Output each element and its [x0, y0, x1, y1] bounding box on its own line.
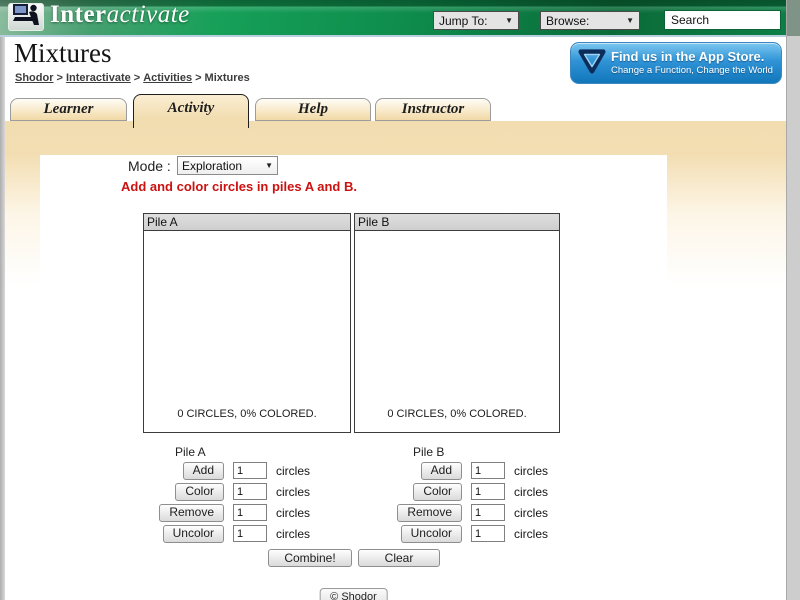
- breadcrumb-current: Mixtures: [204, 72, 250, 84]
- pile-a-remove-count-input[interactable]: [233, 504, 267, 521]
- pile-a-controls: Add circles Color circles Remove circles…: [152, 461, 310, 545]
- tab-instructor[interactable]: Instructor: [375, 98, 491, 121]
- combine-button[interactable]: Combine!: [268, 549, 352, 567]
- pile-a-add-button[interactable]: Add: [182, 461, 224, 480]
- scrollbar-top-cap: [787, 0, 800, 36]
- site-logo[interactable]: [8, 3, 44, 31]
- mode-select-value: Exploration: [182, 158, 243, 173]
- pile-a-uncolor-count-input[interactable]: [233, 525, 267, 542]
- pile-b-remove-row: Remove circles: [390, 503, 548, 522]
- unit-label: circles: [514, 505, 549, 520]
- brand-italic: activate: [106, 1, 190, 28]
- app-store-badge-line1: Find us in the App Store.: [611, 48, 765, 64]
- browse-label: Browse:: [546, 13, 590, 28]
- pile-a-add-count-input[interactable]: [233, 462, 267, 479]
- pile-a-status: 0 CIRCLES, 0% COLORED.: [177, 408, 317, 420]
- tab-instructor-label: Instructor: [401, 101, 465, 117]
- tab-learner[interactable]: Learner: [10, 98, 127, 121]
- pile-a-header: Pile A: [144, 214, 350, 231]
- mode-label: Mode :: [128, 158, 171, 174]
- pile-b-canvas[interactable]: Pile B 0 CIRCLES, 0% COLORED.: [354, 213, 560, 433]
- page-title: Mixtures: [14, 38, 112, 68]
- pile-b-uncolor-count-input[interactable]: [471, 525, 505, 542]
- clear-button[interactable]: Clear: [358, 549, 440, 567]
- tab-activity-label: Activity: [167, 100, 215, 116]
- unit-label: circles: [276, 463, 311, 478]
- dropdown-arrow-icon: ▼: [505, 16, 513, 25]
- pile-a-color-row: Color circles: [152, 482, 310, 501]
- breadcrumb-link-interactivate[interactable]: Interactivate: [66, 72, 131, 84]
- jump-to-label: Jump To:: [439, 13, 488, 28]
- mode-select[interactable]: Exploration ▼: [177, 156, 278, 175]
- dropdown-arrow-icon: ▼: [265, 161, 273, 170]
- computer-person-icon: [12, 3, 40, 31]
- unit-label: circles: [514, 484, 549, 499]
- pile-b-controls-label: Pile B: [413, 445, 445, 459]
- pile-a-remove-row: Remove circles: [152, 503, 310, 522]
- pile-b-uncolor-row: Uncolor circles: [390, 524, 548, 543]
- app-store-badge-line2: Change a Function, Change the World: [611, 65, 773, 77]
- pile-b-add-button[interactable]: Add: [420, 461, 462, 480]
- app-store-badge[interactable]: Find us in the App Store. Change a Funct…: [570, 42, 782, 84]
- pile-a-canvas[interactable]: Pile A 0 CIRCLES, 0% COLORED.: [143, 213, 351, 433]
- left-window-edge: [0, 37, 5, 600]
- app-store-badge-text: Find us in the App Store. Change a Funct…: [611, 49, 773, 77]
- site-header: Interactivate Jump To: ▼ Browse: ▼: [0, 0, 786, 37]
- dropdown-arrow-icon: ▼: [626, 16, 634, 25]
- page: Interactivate Jump To: ▼ Browse: ▼ Mixtu…: [0, 0, 800, 600]
- pile-a-controls-label: Pile A: [175, 445, 206, 459]
- pile-b-add-row: Add circles: [390, 461, 548, 480]
- search-input[interactable]: [664, 10, 781, 30]
- pile-a-uncolor-button[interactable]: Uncolor: [162, 524, 224, 543]
- shodor-footer-button[interactable]: © Shodor: [319, 588, 388, 600]
- title-area: Mixtures Shodor > Interactivate > Activities…: [5, 37, 786, 92]
- scrollbar-track[interactable]: [786, 0, 800, 600]
- unit-label: circles: [514, 463, 549, 478]
- pile-b-controls: Add circles Color circles Remove circles…: [390, 461, 548, 545]
- instruction-text: Add and color circles in piles A and B.: [121, 179, 357, 194]
- pile-a-remove-button[interactable]: Remove: [159, 503, 224, 522]
- pile-b-uncolor-button[interactable]: Uncolor: [400, 524, 462, 543]
- pile-b-add-count-input[interactable]: [471, 462, 505, 479]
- unit-label: circles: [514, 526, 549, 541]
- pile-a-add-row: Add circles: [152, 461, 310, 480]
- unit-label: circles: [276, 505, 311, 520]
- breadcrumb: Shodor > Interactivate > Activities > Mixtures: [15, 72, 250, 84]
- brand-wordmark[interactable]: Interactivate: [50, 1, 190, 29]
- breadcrumb-separator: >: [56, 72, 63, 84]
- tab-help[interactable]: Help: [255, 98, 371, 121]
- jump-to-dropdown[interactable]: Jump To: ▼: [433, 11, 519, 30]
- pile-b-status: 0 CIRCLES, 0% COLORED.: [387, 408, 527, 420]
- browse-dropdown[interactable]: Browse: ▼: [540, 11, 640, 30]
- tab-help-label: Help: [298, 101, 328, 117]
- pile-b-color-count-input[interactable]: [471, 483, 505, 500]
- pile-a-uncolor-row: Uncolor circles: [152, 524, 310, 543]
- breadcrumb-link-activities[interactable]: Activities: [143, 72, 192, 84]
- pile-a-color-count-input[interactable]: [233, 483, 267, 500]
- pile-b-remove-count-input[interactable]: [471, 504, 505, 521]
- pile-b-header: Pile B: [355, 214, 559, 231]
- brand-bold: Inter: [50, 1, 107, 28]
- unit-label: circles: [276, 484, 311, 499]
- breadcrumb-separator: >: [133, 72, 141, 84]
- pile-b-color-button[interactable]: Color: [413, 482, 462, 501]
- tab-activity[interactable]: Activity: [133, 94, 249, 128]
- breadcrumb-link-shodor[interactable]: Shodor: [15, 72, 54, 84]
- pile-b-remove-button[interactable]: Remove: [397, 503, 462, 522]
- activity-content: Mode : Exploration ▼ Add and color circl…: [40, 155, 667, 600]
- tab-learner-label: Learner: [43, 101, 94, 117]
- unit-label: circles: [276, 526, 311, 541]
- pile-b-color-row: Color circles: [390, 482, 548, 501]
- breadcrumb-separator: >: [195, 72, 202, 84]
- pile-a-color-button[interactable]: Color: [175, 482, 224, 501]
- app-store-logo-icon: [577, 47, 607, 80]
